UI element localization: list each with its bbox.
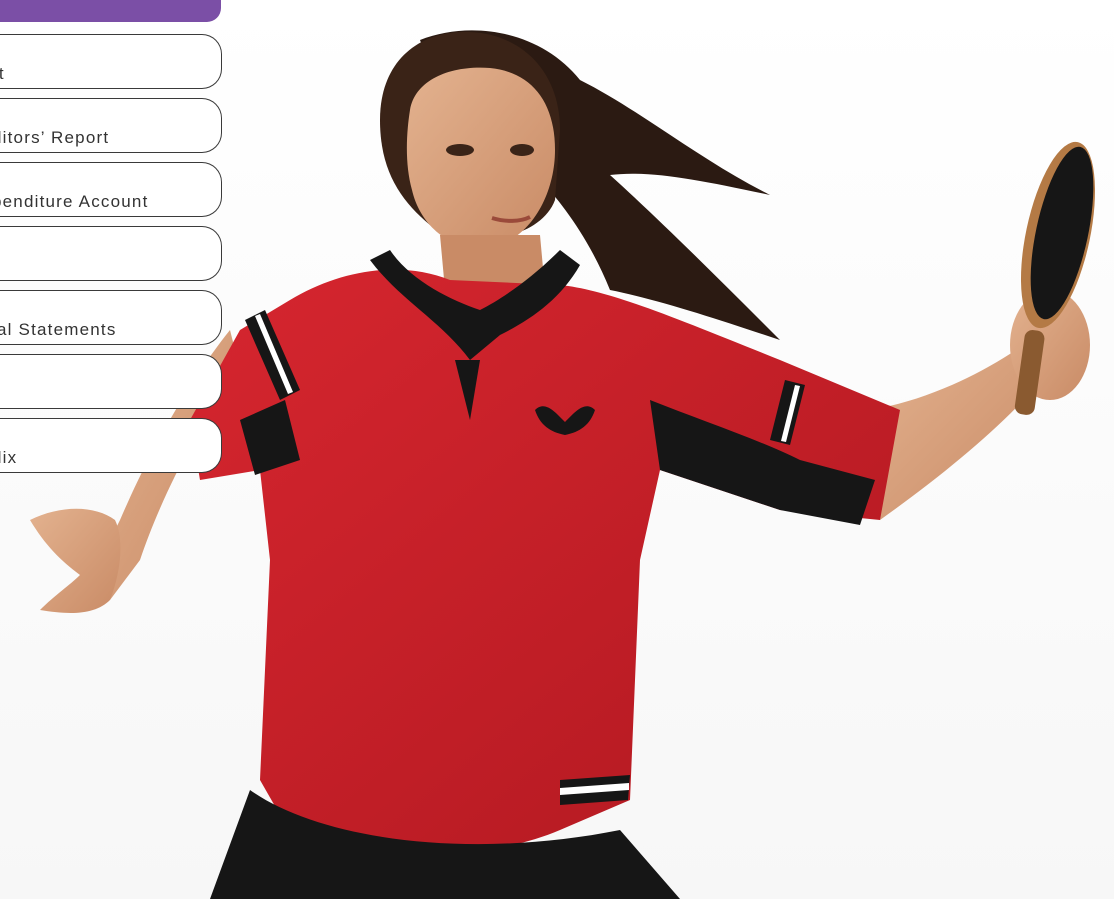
nav-item-label: dix [0,448,18,467]
nav-item-blank-2[interactable] [0,354,222,409]
nav-item-report[interactable]: rt [0,34,222,89]
report-section-nav: rt ditors’ Report penditure Account ial … [0,34,222,482]
nav-item-label: ditors’ Report [0,128,110,147]
nav-item-blank-1[interactable] [0,226,222,281]
header-accent-tab [0,0,221,22]
nav-item-label: penditure Account [0,192,149,211]
nav-item-auditors-report[interactable]: ditors’ Report [0,98,222,153]
nav-item-label: rt [0,64,5,83]
nav-item-appendix[interactable]: dix [0,418,222,473]
nav-item-expenditure-account[interactable]: penditure Account [0,162,222,217]
report-page: rt ditors’ Report penditure Account ial … [0,0,1114,899]
nav-item-label: ial Statements [0,320,117,339]
nav-item-financial-statements[interactable]: ial Statements [0,290,222,345]
